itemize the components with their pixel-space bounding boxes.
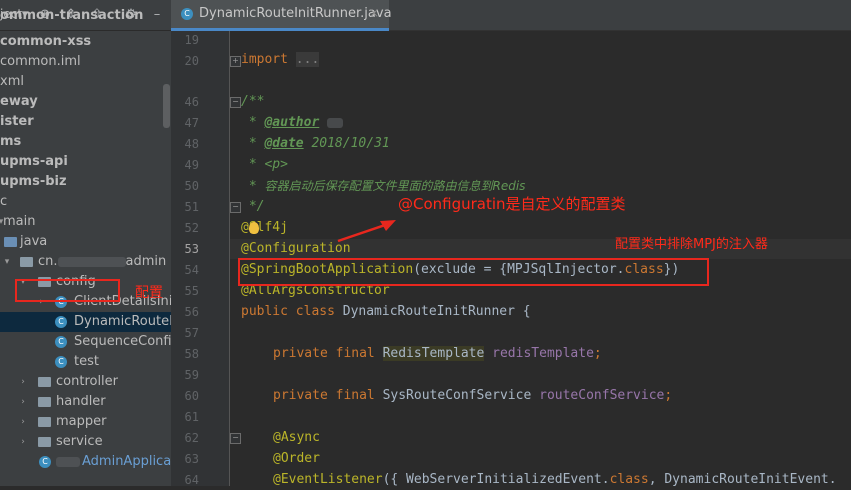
line-number: 64 <box>184 473 199 487</box>
fold-icon[interactable]: + <box>230 56 241 67</box>
editor-tabbar: C DynamicRouteInitRunner.java × <box>171 0 851 31</box>
line-number: 62 <box>184 431 199 445</box>
package-icon <box>20 257 33 267</box>
tree-item[interactable]: c <box>0 192 171 212</box>
tree-item[interactable]: › controller <box>0 372 171 392</box>
tree-item[interactable]: upms-biz <box>0 172 171 192</box>
tree-item[interactable]: ▾ main <box>0 212 171 232</box>
exclude-highlight-box <box>238 258 709 286</box>
code-line: * @author <box>241 113 344 133</box>
tree-item[interactable]: common.iml <box>0 52 171 72</box>
code-line: */ <box>241 199 265 214</box>
code-line: @Async <box>273 430 320 445</box>
config-highlight-box <box>15 279 120 302</box>
package-icon <box>38 417 51 427</box>
folder-icon <box>4 237 17 247</box>
tree-item[interactable]: ▾ cn. admin <box>0 252 171 272</box>
line-number: 20 <box>184 54 199 68</box>
line-number: 49 <box>184 158 199 172</box>
tree-item[interactable]: upms-api <box>0 152 171 172</box>
fold-icon[interactable]: − <box>230 433 241 444</box>
fold-icon[interactable]: − <box>230 202 241 213</box>
line-number: 63 <box>184 452 199 466</box>
chevron-right-icon[interactable]: › <box>18 412 28 432</box>
line-number: 52 <box>184 221 199 235</box>
tree-item[interactable]: java <box>0 232 171 252</box>
tree-item[interactable]: › handler <box>0 392 171 412</box>
line-number: 46 <box>184 95 199 109</box>
class-icon: C <box>181 8 193 20</box>
bulb-icon[interactable] <box>249 222 259 234</box>
spring-boot-icon: C <box>39 456 51 468</box>
tree-item[interactable]: eway <box>0 92 171 112</box>
line-number: 47 <box>184 116 199 130</box>
code-line: public class DynamicRouteInitRunner { <box>241 304 531 319</box>
line-number: 57 <box>184 326 199 340</box>
code-line: @EventListener({ WebServerInitializedEve… <box>273 472 837 487</box>
tree-item[interactable]: xml <box>0 72 171 92</box>
line-number: 55 <box>184 284 199 298</box>
package-icon <box>38 397 51 407</box>
line-number: 54 <box>184 263 199 277</box>
package-icon <box>38 377 51 387</box>
code-line: * @date 2018/10/31 <box>241 136 390 151</box>
tree-item[interactable]: › mapper <box>0 412 171 432</box>
code-line: private final RedisTemplate redisTemplat… <box>273 346 602 361</box>
line-number: 19 <box>184 33 199 47</box>
project-panel: ject ▾ ⊕ ⇕ ⇳ ⚙ – ommon-transaction commo… <box>0 0 171 486</box>
chevron-right-icon[interactable]: › <box>18 432 28 452</box>
arrow-annotation <box>337 220 396 243</box>
line-number: 58 <box>184 347 199 361</box>
chevron-right-icon[interactable]: › <box>18 372 28 392</box>
tree-item[interactable]: › service <box>0 432 171 452</box>
tab-label: DynamicRouteInitRunner.java <box>199 6 392 21</box>
tree-item[interactable]: ms <box>0 132 171 152</box>
tree-item[interactable]: ommon-transaction <box>0 6 171 23</box>
code-line: @Order <box>273 451 320 466</box>
line-number: 50 <box>184 179 199 193</box>
code-line: private final SysRouteConfService routeC… <box>273 388 673 403</box>
tab-dynamic-route-init-runner[interactable]: C DynamicRouteInitRunner.java × <box>171 0 392 31</box>
class-icon: C <box>55 316 67 328</box>
blurred-text <box>56 457 80 467</box>
tree-item[interactable]: Ctest <box>0 352 171 372</box>
line-number: 59 <box>184 368 199 382</box>
tree-item[interactable]: C SequenceConfig <box>0 332 171 352</box>
line-number: 53 <box>184 242 199 256</box>
project-tree: ommon-transaction common-xss common.iml … <box>0 8 171 472</box>
class-icon: C <box>55 336 67 348</box>
tree-item[interactable]: ister <box>0 112 171 132</box>
chevron-right-icon[interactable]: › <box>18 392 28 412</box>
line-number: 60 <box>184 389 199 403</box>
project-scrollbar[interactable] <box>163 84 170 128</box>
tree-item[interactable]: common-xss <box>0 32 171 52</box>
code-line: * <p> <box>241 157 288 172</box>
blurred-text <box>57 256 126 267</box>
code-line: import ... <box>241 52 320 67</box>
package-icon <box>38 437 51 447</box>
tree-item-selected[interactable]: CDynamicRouteIni <box>0 312 171 332</box>
exclude-annotation: 配置类中排除MPJ的注入器 <box>615 237 768 252</box>
line-number: 56 <box>184 305 199 319</box>
line-number: 51 <box>184 200 199 214</box>
line-number: 48 <box>184 137 199 151</box>
line-number: 61 <box>184 410 199 424</box>
fold-icon[interactable]: − <box>230 97 241 108</box>
tree-item[interactable]: CAdminApplicatio <box>0 452 171 472</box>
class-icon: C <box>55 356 67 368</box>
code-line: /** <box>241 94 265 109</box>
configuration-annotation: @Configuratin是自定义的配置类 <box>398 195 626 213</box>
config-annotation: 配置 <box>135 285 163 301</box>
close-icon[interactable]: × <box>369 6 379 20</box>
chevron-down-icon[interactable]: ▾ <box>2 252 12 272</box>
